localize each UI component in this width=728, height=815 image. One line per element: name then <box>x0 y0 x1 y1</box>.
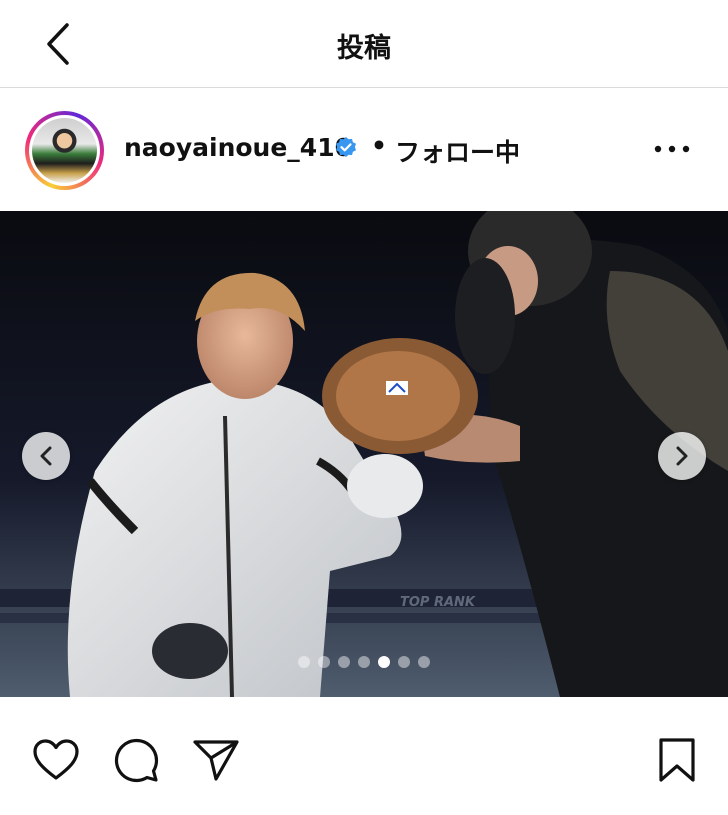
carousel-dot <box>418 656 430 668</box>
carousel-dot <box>298 656 310 668</box>
send-icon <box>193 740 239 781</box>
post-photo[interactable]: TOP RANK <box>0 211 728 697</box>
carousel-dot <box>338 656 350 668</box>
svg-text:TOP RANK: TOP RANK <box>400 595 476 610</box>
comment-button[interactable] <box>111 735 161 785</box>
carousel-prev-button[interactable] <box>22 432 70 480</box>
heart-icon <box>33 739 79 780</box>
username-link[interactable]: naoyainoue_410 <box>124 133 352 162</box>
more-options-button[interactable] <box>650 133 694 165</box>
avatar[interactable] <box>25 111 104 190</box>
carousel-indicator <box>0 656 728 668</box>
chevron-left-icon <box>40 446 52 466</box>
following-button[interactable]: フォロー中 <box>395 133 520 169</box>
like-button[interactable] <box>31 735 81 785</box>
post-header: naoyainoue_410 • フォロー中 <box>0 89 728 211</box>
carousel-dot <box>358 656 370 668</box>
save-button[interactable] <box>652 735 702 785</box>
boxing-training-photo: TOP RANK <box>0 211 728 697</box>
carousel-dot <box>318 656 330 668</box>
share-button[interactable] <box>191 735 241 785</box>
bookmark-icon <box>659 738 695 782</box>
avatar-image <box>32 118 97 183</box>
carousel-dot-active <box>378 656 390 668</box>
carousel-dot <box>398 656 410 668</box>
page-title: 投稿 <box>337 33 391 64</box>
verified-badge-icon <box>336 137 356 157</box>
separator-dot: • <box>371 131 387 160</box>
action-bar <box>0 697 728 815</box>
carousel-next-button[interactable] <box>658 432 706 480</box>
more-horizontal-icon <box>654 145 690 153</box>
comment-icon <box>114 738 159 783</box>
top-bar: 投稿 <box>0 0 728 88</box>
chevron-right-icon <box>676 446 688 466</box>
